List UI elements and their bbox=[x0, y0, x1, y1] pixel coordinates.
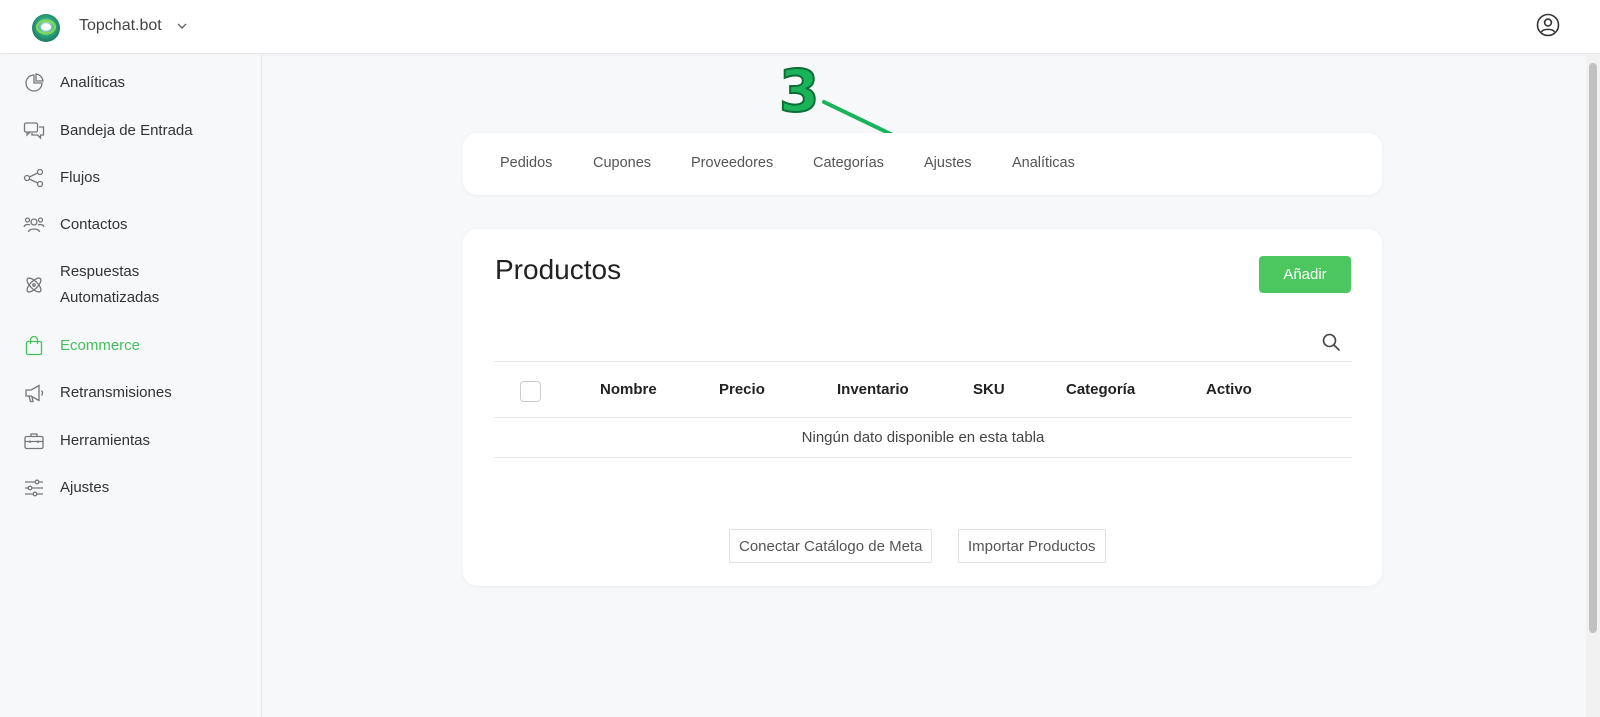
sidebar-item-label: Retransmisiones bbox=[60, 384, 172, 401]
share-nodes-icon bbox=[22, 166, 46, 190]
top-bar: Topchat.bot bbox=[0, 0, 1600, 54]
brand-name: Topchat.bot bbox=[79, 17, 162, 34]
topchat-logo-icon[interactable] bbox=[31, 13, 61, 43]
sidebar-item-label: Herramientas bbox=[60, 432, 151, 449]
add-product-button[interactable]: Añadir bbox=[1259, 256, 1351, 293]
tab-pedidos[interactable]: Pedidos bbox=[500, 155, 552, 171]
column-header-sku[interactable]: SKU bbox=[973, 381, 1005, 398]
sidebar-item-herramientas[interactable]: Herramientas bbox=[22, 428, 150, 454]
column-header-activo[interactable]: Activo bbox=[1206, 381, 1252, 398]
products-card: Productos Añadir Nombre Precio Inventari… bbox=[463, 229, 1382, 586]
sidebar-item-label: Respuestas Automatizadas bbox=[60, 263, 160, 306]
toolbox-icon bbox=[22, 429, 46, 453]
pie-chart-icon bbox=[22, 71, 46, 95]
products-table: Nombre Precio Inventario SKU Categoría A… bbox=[494, 361, 1352, 458]
column-header-nombre[interactable]: Nombre bbox=[600, 381, 657, 398]
sidebar-item-label: Contactos bbox=[60, 216, 128, 233]
empty-table-message: Ningún dato disponible en esta tabla bbox=[494, 418, 1352, 458]
select-all-checkbox[interactable] bbox=[520, 381, 541, 402]
chevron-down-icon bbox=[177, 23, 187, 29]
sidebar-item-respuestas[interactable]: Respuestas Automatizadas bbox=[22, 259, 159, 311]
table-header: Nombre Precio Inventario SKU Categoría A… bbox=[494, 361, 1352, 418]
sliders-icon bbox=[22, 476, 46, 500]
sidebar-item-contactos[interactable]: Contactos bbox=[22, 212, 128, 238]
sidebar-item-label: Flujos bbox=[60, 169, 101, 186]
sidebar-item-label: Ecommerce bbox=[60, 337, 141, 354]
sidebar-item-ajustes[interactable]: Ajustes bbox=[22, 475, 109, 501]
sidebar-item-ecommerce[interactable]: Ecommerce bbox=[22, 333, 140, 359]
column-header-inventario[interactable]: Inventario bbox=[837, 381, 909, 398]
atom-icon bbox=[22, 273, 46, 297]
tab-analiticas[interactable]: Analíticas bbox=[1012, 155, 1075, 171]
sidebar-item-flujos[interactable]: Flujos bbox=[22, 165, 100, 191]
sidebar-item-label: Bandeja de Entrada bbox=[60, 122, 193, 139]
column-header-precio[interactable]: Precio bbox=[719, 381, 765, 398]
tab-proveedores[interactable]: Proveedores bbox=[691, 155, 773, 171]
chat-bubbles-icon bbox=[22, 119, 46, 143]
tab-ajustes[interactable]: Ajustes bbox=[924, 155, 972, 171]
megaphone-icon bbox=[22, 381, 46, 405]
sidebar-item-bandeja[interactable]: Bandeja de Entrada bbox=[22, 118, 193, 144]
tab-categorias[interactable]: Categorías bbox=[813, 155, 884, 171]
connect-meta-catalog-button[interactable]: Conectar Catálogo de Meta bbox=[729, 529, 933, 563]
workspace-selector[interactable]: Topchat.bot bbox=[79, 17, 188, 35]
shopping-bag-icon bbox=[22, 334, 46, 358]
search-icon[interactable] bbox=[1321, 332, 1341, 352]
scrollbar[interactable] bbox=[1586, 55, 1600, 717]
sidebar-item-label: Analíticas bbox=[60, 74, 126, 91]
sidebar-item-analiticas[interactable]: Analíticas bbox=[22, 70, 125, 96]
sidebar-item-label: Ajustes bbox=[60, 479, 110, 496]
sidebar: Analíticas Bandeja de Entrada Flujos Con… bbox=[0, 55, 262, 717]
import-products-button[interactable]: Importar Productos bbox=[958, 529, 1106, 563]
ecommerce-tabs: Pedidos Cupones Proveedores Categorías A… bbox=[463, 133, 1382, 195]
tab-cupones[interactable]: Cupones bbox=[593, 155, 651, 171]
step-annotation-number: 3 bbox=[778, 56, 820, 126]
user-circle-icon[interactable] bbox=[1536, 13, 1560, 37]
scrollbar-thumb[interactable] bbox=[1589, 63, 1597, 633]
sidebar-item-retransmisiones[interactable]: Retransmisiones bbox=[22, 380, 172, 406]
users-icon bbox=[22, 213, 46, 237]
column-header-categoria[interactable]: Categoría bbox=[1066, 381, 1135, 398]
page-title: Productos bbox=[495, 254, 622, 285]
